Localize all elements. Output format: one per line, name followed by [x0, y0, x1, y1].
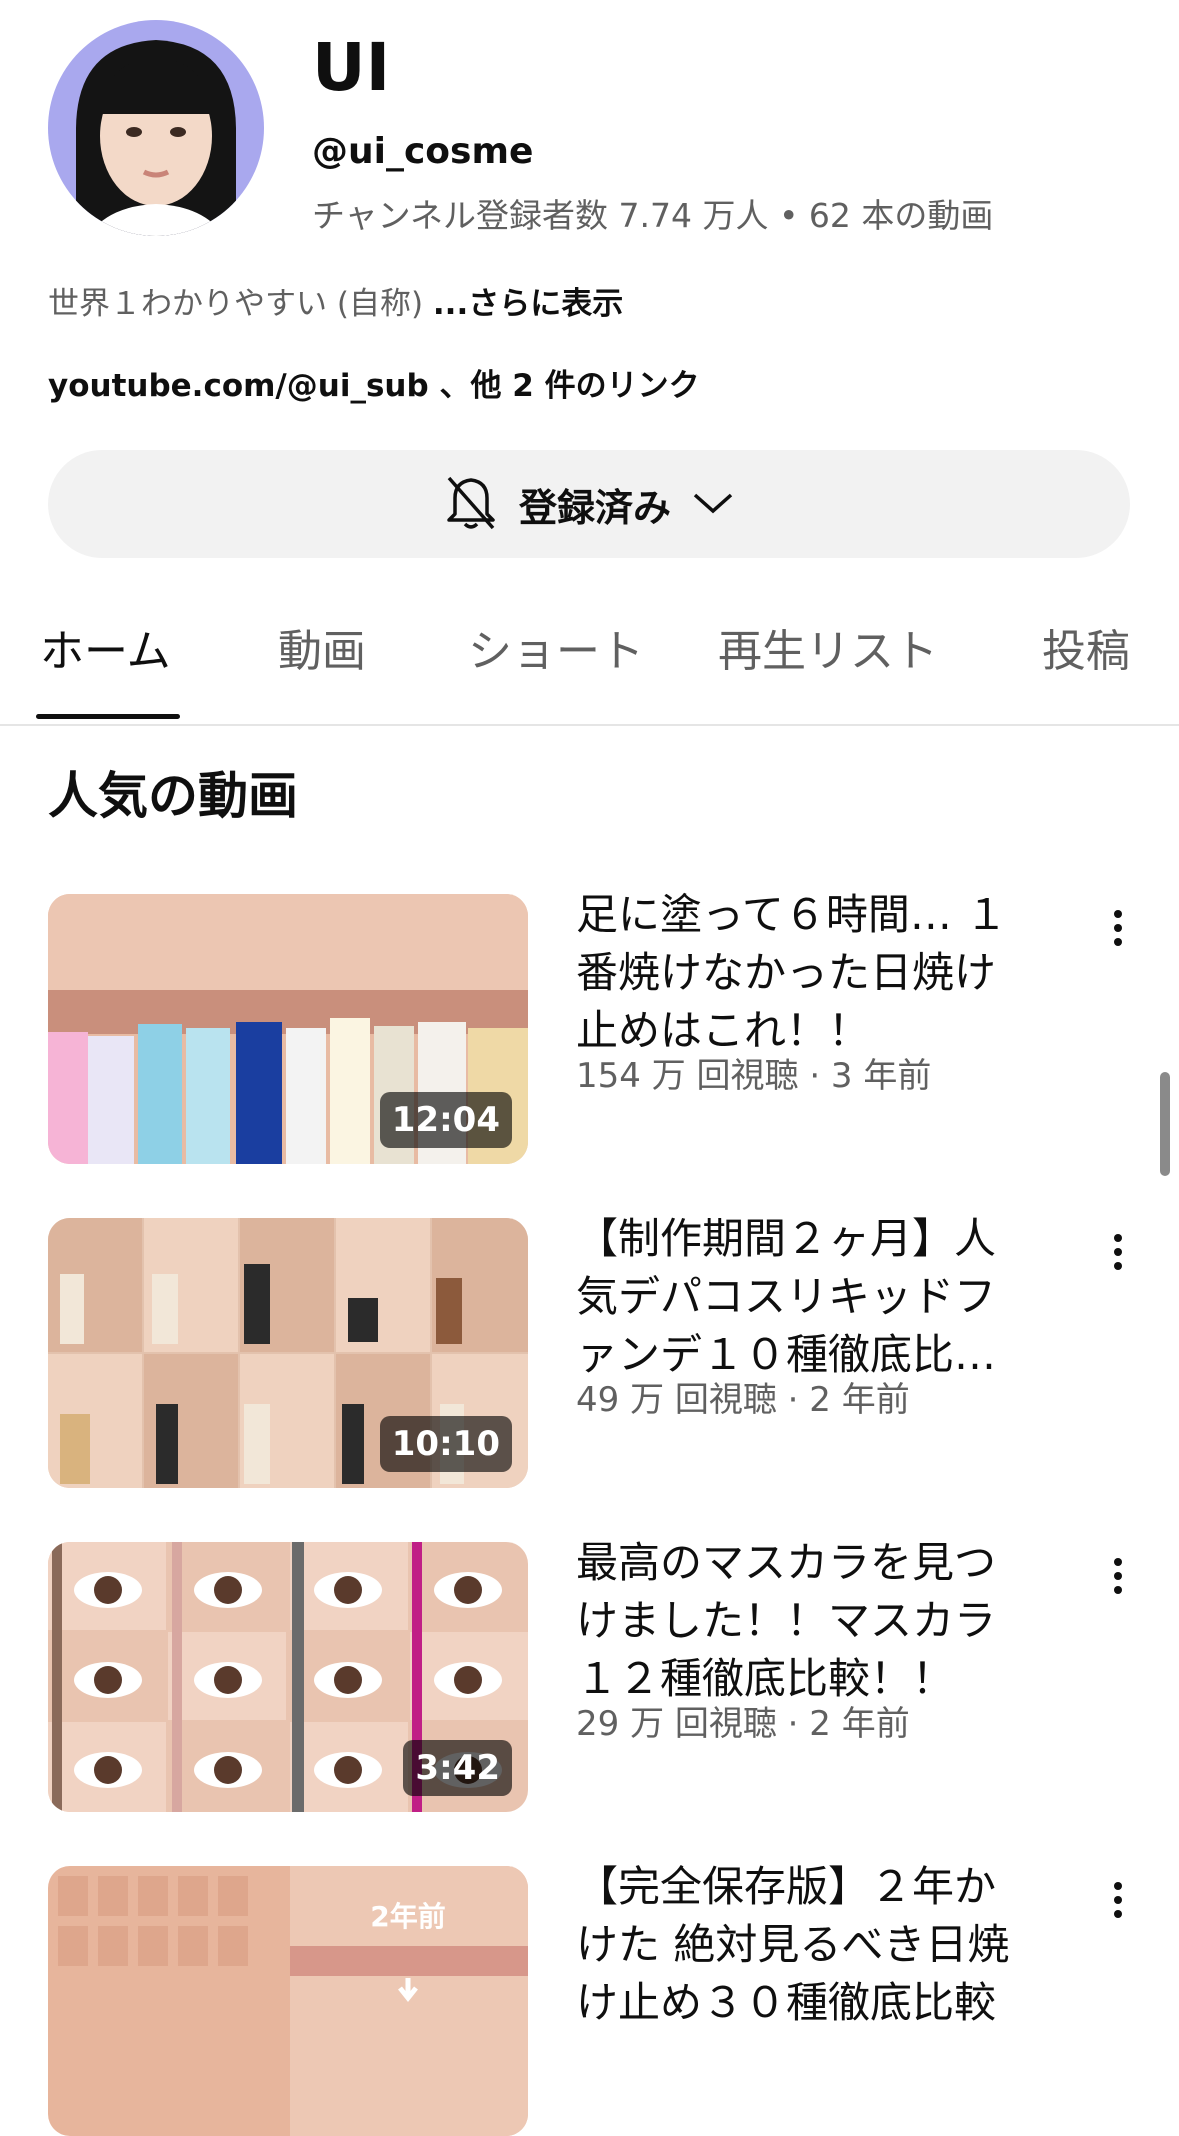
video-item[interactable]: 2年前 【完全保存版】２年かけた 絶対見るべき日焼け止め３０種徹底比較	[0, 1862, 1179, 2136]
channel-tabs: ホーム 動画 ショート 再生リスト 投稿	[0, 600, 1179, 726]
tab-home[interactable]: ホーム	[40, 622, 171, 682]
more-options-icon[interactable]	[1094, 1224, 1142, 1284]
video-duration: 10:10	[379, 1416, 512, 1472]
thumbnail-caption: 2年前	[370, 1900, 445, 1933]
bell-off-icon	[443, 472, 499, 536]
subscribed-button[interactable]: 登録済み	[48, 450, 1130, 558]
video-item[interactable]: 10:10 【制作期間２ヶ月】人気デパコスリキッドファンデ１０種徹底比較… 49…	[0, 1214, 1179, 1488]
video-item[interactable]: 12:04 足に塗って６時間… １番焼けなかった日焼け止めはこれ！！ 154 万…	[0, 890, 1179, 1164]
channel-description[interactable]: 世界１わかりやすい (自称) ...さらに表示	[48, 280, 623, 328]
video-meta: 49 万 回視聴 · 2 年前	[576, 1380, 910, 1420]
video-duration: 3:42	[403, 1740, 512, 1796]
video-thumbnail[interactable]: 2年前	[48, 1866, 528, 2136]
more-options-icon[interactable]	[1094, 1872, 1142, 1932]
section-title: 人気の動画	[48, 767, 298, 825]
video-title[interactable]: 最高のマスカラを見つけました！！マスカラ１２種徹底比較！！	[576, 1534, 1036, 1708]
description-text: 世界１わかりやすい (自称)	[48, 286, 424, 322]
chevron-down-icon	[691, 487, 735, 521]
video-title[interactable]: 足に塗って６時間… １番焼けなかった日焼け止めはこれ！！	[576, 886, 1036, 1060]
channel-stats: チャンネル登録者数 7.74 万人 • 62 本の動画	[312, 196, 994, 235]
scrollbar[interactable]	[1160, 1072, 1170, 1176]
video-item[interactable]: 3:42 最高のマスカラを見つけました！！マスカラ１２種徹底比較！！ 29 万 …	[0, 1538, 1179, 1812]
video-title[interactable]: 【完全保存版】２年かけた 絶対見るべき日焼け止め３０種徹底比較	[576, 1858, 1036, 2032]
tab-shorts[interactable]: ショート	[468, 622, 644, 682]
video-meta: 29 万 回視聴 · 2 年前	[576, 1704, 910, 1744]
tab-posts[interactable]: 投稿	[1042, 622, 1130, 682]
video-thumbnail[interactable]: 3:42	[48, 1542, 528, 1812]
show-more-link[interactable]: ...さらに表示	[433, 286, 623, 322]
video-thumbnail[interactable]: 12:04	[48, 894, 528, 1164]
tab-videos[interactable]: 動画	[278, 622, 366, 682]
video-title[interactable]: 【制作期間２ヶ月】人気デパコスリキッドファンデ１０種徹底比較…	[576, 1210, 1036, 1384]
subscribed-label: 登録済み	[518, 485, 671, 530]
more-options-icon[interactable]	[1094, 1548, 1142, 1608]
active-tab-indicator	[36, 714, 180, 719]
channel-avatar[interactable]	[48, 20, 264, 236]
more-options-icon[interactable]	[1094, 900, 1142, 960]
channel-links[interactable]: youtube.com/@ui_sub 、他 2 件のリンク	[48, 362, 700, 410]
tab-playlists[interactable]: 再生リスト	[718, 622, 938, 682]
channel-handle: @ui_cosme	[312, 131, 534, 172]
video-meta: 154 万 回視聴 · 3 年前	[576, 1056, 932, 1096]
channel-name: UI	[312, 29, 391, 106]
video-duration: 12:04	[379, 1092, 512, 1148]
video-thumbnail[interactable]: 10:10	[48, 1218, 528, 1488]
